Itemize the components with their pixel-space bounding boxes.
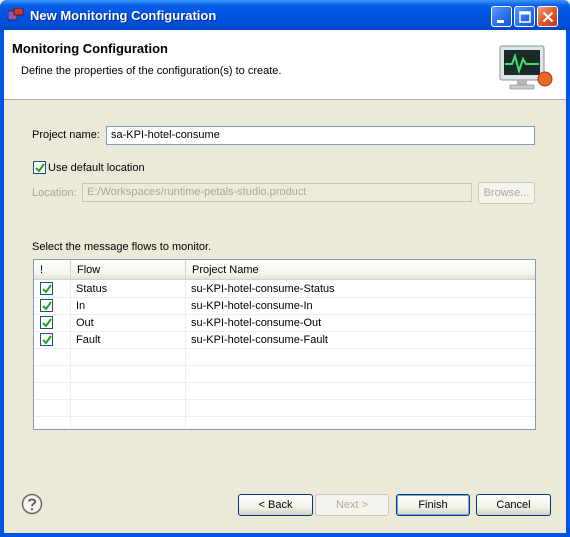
use-default-location-label[interactable]: Use default location bbox=[48, 162, 145, 174]
checkmark-icon bbox=[42, 284, 52, 294]
check-cell bbox=[34, 366, 71, 382]
flow-cell bbox=[71, 383, 186, 399]
project-name-cell bbox=[186, 400, 535, 416]
flow-cell: Status bbox=[71, 281, 186, 297]
help-icon[interactable] bbox=[21, 493, 43, 515]
check-cell bbox=[34, 298, 71, 314]
table-row-empty bbox=[34, 400, 535, 417]
table-row-empty bbox=[34, 417, 535, 429]
wizard-banner: Monitoring Configuration Define the prop… bbox=[4, 30, 566, 100]
project-name-cell: su-KPI-hotel-consume-Status bbox=[191, 283, 335, 295]
column-header-check[interactable]: ! bbox=[34, 260, 71, 280]
location-label: Location: bbox=[32, 187, 77, 199]
minimize-icon bbox=[497, 20, 504, 23]
flow-checkbox[interactable] bbox=[40, 316, 53, 329]
table-row[interactable]: Status su-KPI-hotel-consume-Status bbox=[34, 281, 535, 298]
browse-button[interactable]: Browse... bbox=[478, 182, 535, 204]
table-row[interactable]: In su-KPI-hotel-consume-In bbox=[34, 298, 535, 315]
check-cell bbox=[34, 417, 71, 429]
flows-table[interactable]: ! Flow Project Name Status su-KPI-hotel-c… bbox=[33, 259, 536, 430]
check-cell bbox=[34, 332, 71, 348]
project-name-input[interactable]: sa-KPI-hotel-consume bbox=[106, 126, 535, 145]
flow-cell bbox=[71, 366, 186, 382]
checkmark-icon bbox=[42, 335, 52, 345]
banner-description: Define the properties of the configurati… bbox=[21, 65, 282, 77]
flow-checkbox[interactable] bbox=[40, 282, 53, 295]
project-name-cell: su-KPI-hotel-consume-In bbox=[191, 300, 313, 312]
dialog-window: New Monitoring Configuration Monitoring … bbox=[0, 0, 570, 537]
check-cell bbox=[34, 349, 71, 365]
check-cell bbox=[34, 315, 71, 331]
check-cell bbox=[34, 383, 71, 399]
check-cell bbox=[34, 400, 71, 416]
next-button[interactable]: Next > bbox=[315, 494, 389, 516]
project-name-cell bbox=[186, 417, 535, 429]
table-row[interactable]: Out su-KPI-hotel-consume-Out bbox=[34, 315, 535, 332]
checkmark-icon bbox=[42, 318, 52, 328]
cancel-button[interactable]: Cancel bbox=[476, 494, 551, 516]
banner-title: Monitoring Configuration bbox=[12, 41, 168, 56]
table-row[interactable]: Fault su-KPI-hotel-consume-Fault bbox=[34, 332, 535, 349]
window-title: New Monitoring Configuration bbox=[30, 8, 217, 23]
project-name-cell: su-KPI-hotel-consume-Out bbox=[191, 317, 322, 329]
maximize-icon bbox=[519, 11, 531, 23]
project-name-cell bbox=[186, 383, 535, 399]
flows-instruction: Select the message flows to monitor. bbox=[32, 241, 212, 253]
flow-cell bbox=[71, 349, 186, 365]
flow-checkbox[interactable] bbox=[40, 333, 53, 346]
location-input[interactable]: E:/Workspaces/runtime-petals-studio.prod… bbox=[82, 183, 472, 202]
project-name-cell bbox=[186, 349, 535, 365]
title-bar[interactable]: New Monitoring Configuration bbox=[0, 0, 570, 30]
flow-cell bbox=[71, 417, 186, 429]
finish-button[interactable]: Finish bbox=[396, 494, 470, 516]
flow-cell bbox=[71, 400, 186, 416]
maximize-button[interactable] bbox=[514, 6, 535, 27]
project-name-label: Project name: bbox=[32, 129, 100, 141]
flow-cell: Fault bbox=[71, 332, 186, 348]
table-row-empty bbox=[34, 383, 535, 400]
dialog-client-area: Monitoring Configuration Define the prop… bbox=[4, 30, 566, 533]
check-cell bbox=[34, 281, 71, 297]
column-header-flow[interactable]: Flow bbox=[71, 260, 186, 280]
column-header-project-name[interactable]: Project Name bbox=[186, 260, 535, 280]
close-icon bbox=[542, 11, 554, 23]
minimize-button[interactable] bbox=[491, 6, 512, 27]
table-row-empty bbox=[34, 366, 535, 383]
close-button[interactable] bbox=[537, 6, 558, 27]
monitor-heartbeat-icon bbox=[499, 45, 553, 90]
project-name-cell: su-KPI-hotel-consume-Fault bbox=[191, 334, 328, 346]
eclipse-app-icon bbox=[8, 8, 24, 21]
checkmark-icon bbox=[35, 163, 45, 173]
flow-cell: In bbox=[71, 298, 186, 314]
project-name-cell bbox=[186, 366, 535, 382]
use-default-location-checkbox[interactable] bbox=[33, 161, 46, 174]
table-header: ! Flow Project Name bbox=[34, 260, 535, 280]
flow-cell: Out bbox=[71, 315, 186, 331]
back-button[interactable]: < Back bbox=[238, 494, 313, 516]
flow-checkbox[interactable] bbox=[40, 299, 53, 312]
table-row-empty bbox=[34, 349, 535, 366]
checkmark-icon bbox=[42, 301, 52, 311]
